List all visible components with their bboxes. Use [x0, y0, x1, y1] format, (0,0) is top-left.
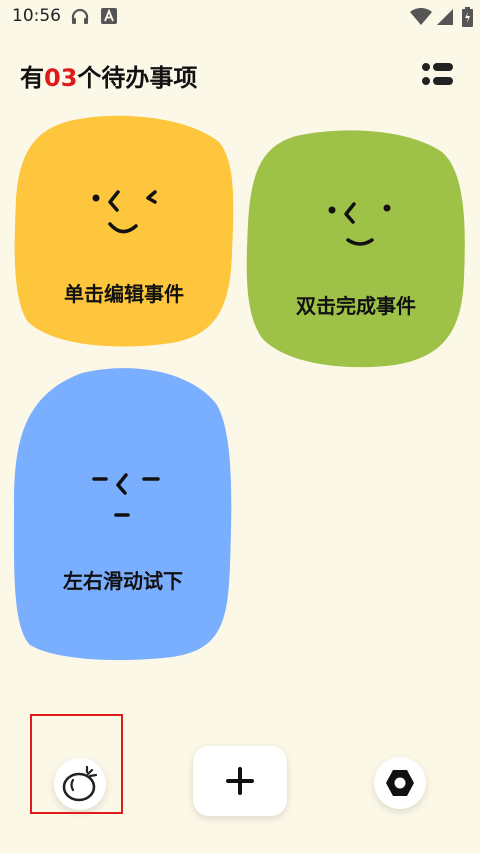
signal-icon — [436, 8, 454, 30]
title-suffix: 个待办事项 — [77, 64, 198, 92]
todo-card-1[interactable]: 单击编辑事件 — [14, 114, 234, 348]
menu-button[interactable] — [418, 60, 458, 92]
smiley-face-icon — [92, 190, 157, 234]
highlight-box — [30, 714, 123, 814]
card-label: 左右滑动试下 — [63, 569, 183, 593]
app-screen: 10:56 有03个待办事项 单击编辑事件 双击完成事件 左右滑动试下 — [0, 0, 480, 853]
card-label: 单击编辑事件 — [64, 282, 184, 306]
a-badge-icon — [101, 8, 117, 28]
status-time: 10:56 — [12, 6, 61, 26]
todo-card-3[interactable]: 左右滑动试下 — [12, 365, 234, 663]
smiley-face-icon — [328, 202, 391, 246]
list-menu-icon — [422, 63, 453, 85]
page-title: 有03个待办事项 — [20, 58, 197, 93]
settings-button[interactable] — [374, 757, 426, 809]
todo-card-2[interactable]: 双击完成事件 — [246, 128, 466, 368]
add-button[interactable] — [193, 746, 287, 816]
status-bar: 10:56 — [0, 0, 480, 34]
hexagon-settings-icon — [386, 770, 414, 796]
card-label: 双击完成事件 — [296, 294, 416, 318]
battery-icon — [462, 7, 473, 31]
todo-count: 03 — [44, 64, 78, 92]
wifi-icon — [410, 7, 432, 30]
title-prefix: 有 — [20, 64, 44, 92]
headset-icon — [70, 8, 90, 30]
plus-icon — [226, 767, 254, 795]
neutral-face-icon — [92, 473, 160, 517]
